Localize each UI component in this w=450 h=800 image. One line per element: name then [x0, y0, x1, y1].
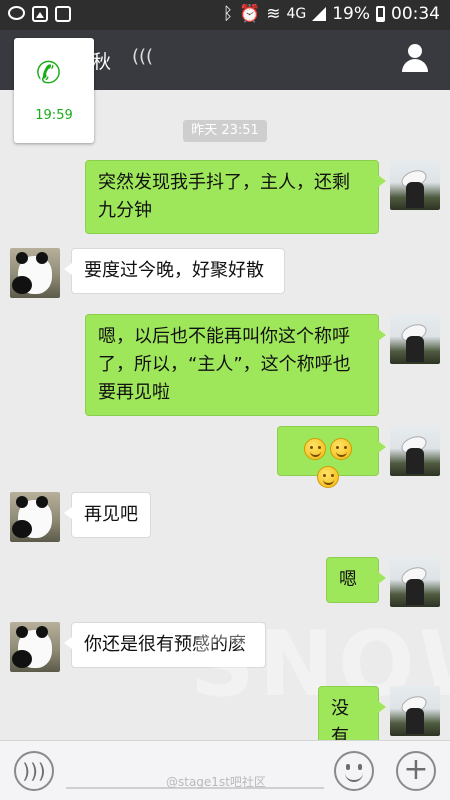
message-bubble[interactable]: 再见吧 — [64, 492, 151, 538]
message-bubble[interactable]: 嗯，以后也不能再叫你这个称呼了，所以，“主人”，这个称呼也要再见啦 — [85, 314, 386, 416]
input-bar: ))) + — [0, 740, 450, 800]
network-type: 4G — [286, 6, 307, 22]
voice-call-card[interactable]: ✆ 19:59 — [14, 38, 94, 143]
wechat-notification-icon — [8, 6, 25, 20]
smile-emoji-icon — [317, 466, 339, 488]
signal-icon — [312, 7, 327, 21]
message-bubble[interactable]: 要度过今晚，好聚好散 — [64, 248, 285, 294]
smile-emoji-icon — [330, 438, 352, 460]
emoji-icon[interactable] — [334, 751, 374, 791]
image-notification-icon — [32, 6, 48, 22]
smile-emoji-icon — [304, 438, 326, 460]
plus-icon[interactable]: + — [396, 751, 436, 791]
my-avatar[interactable] — [390, 314, 440, 364]
my-avatar[interactable] — [390, 686, 440, 736]
ear-icon: ((( — [132, 46, 154, 67]
my-avatar[interactable] — [390, 426, 440, 476]
wifi-icon: ≋ — [266, 4, 281, 24]
contact-avatar[interactable] — [10, 622, 60, 672]
status-bar: ᛒ ⏰ ≋ 4G 19% 00:34 — [0, 0, 450, 30]
phone-icon: ✆ — [36, 56, 62, 91]
contact-avatar[interactable] — [10, 492, 60, 542]
battery-percent: 19% — [332, 4, 370, 24]
call-duration: 19:59 — [35, 108, 73, 123]
message-bubble[interactable]: 突然发现我手抖了，主人，还剩九分钟 — [85, 160, 386, 234]
alarm-icon: ⏰ — [239, 4, 261, 24]
chat-title[interactable]: 秋 — [92, 47, 111, 74]
bluetooth-icon: ᛒ — [222, 4, 234, 24]
message-timestamp: 昨天 23:51 — [183, 120, 267, 142]
voice-icon[interactable]: ))) — [14, 751, 54, 791]
contact-avatar[interactable] — [10, 248, 60, 298]
my-avatar[interactable] — [390, 557, 440, 607]
person-icon[interactable] — [400, 44, 430, 74]
gallery-notification-icon — [55, 6, 71, 22]
my-avatar[interactable] — [390, 160, 440, 210]
clock: 00:34 — [391, 4, 440, 24]
battery-icon — [376, 6, 385, 22]
emoji-message-bubble[interactable] — [277, 426, 386, 488]
credit-text: @stage1st吧社区 — [166, 775, 266, 789]
message-bubble[interactable]: 嗯 — [326, 557, 386, 603]
